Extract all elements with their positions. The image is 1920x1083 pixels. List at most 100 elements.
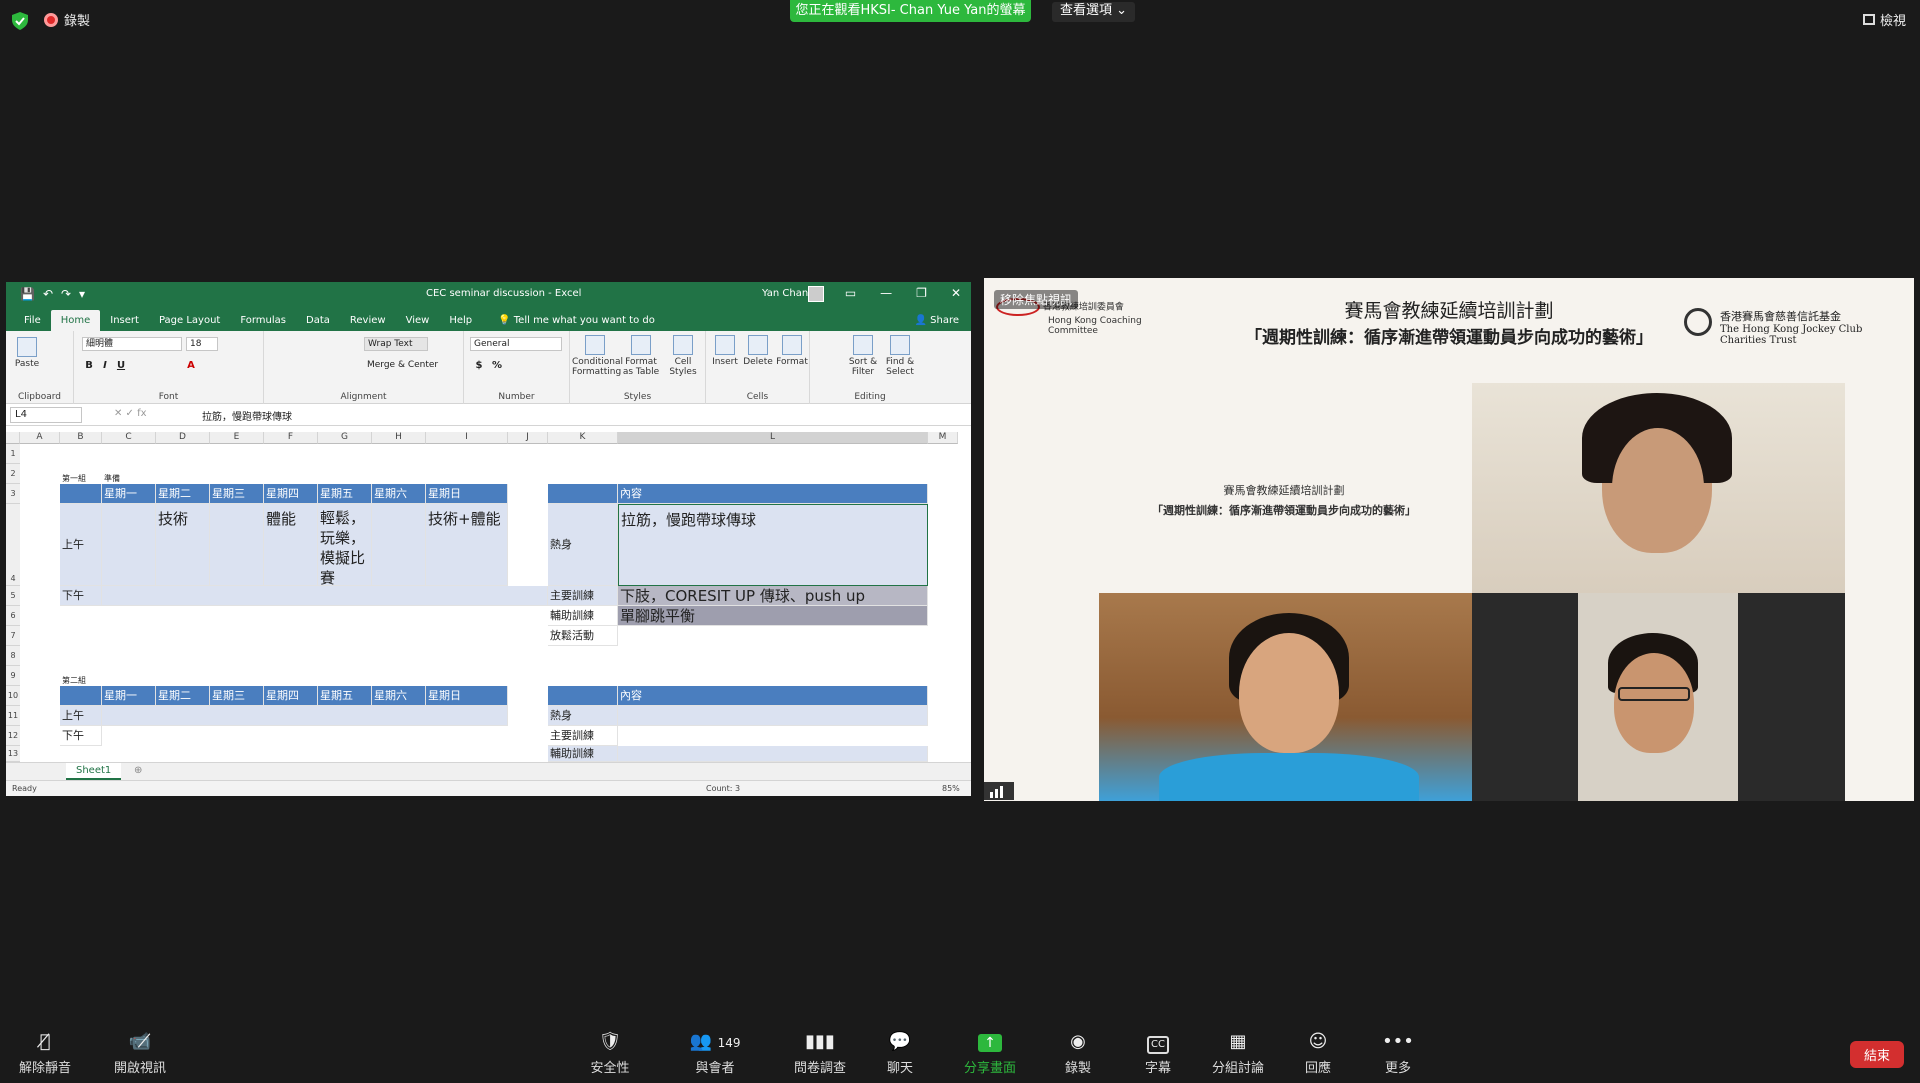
g4-cell[interactable]: 輕鬆，玩樂，模擬比賽 [318,504,372,586]
minimize-icon[interactable]: — [880,286,892,300]
underline-button[interactable]: U [114,359,128,373]
group1-label[interactable]: 第一組 [60,464,102,484]
reactions-button[interactable]: ☺ 回應 [1273,1031,1363,1076]
breakout-button[interactable]: ▦ 分組討論 [1193,1031,1283,1076]
merge-center-button[interactable]: Merge & Center [364,359,456,373]
pm-label[interactable]: 下午 [60,586,102,606]
main-training-label-2[interactable]: 主要訓練 [548,726,618,746]
wrap-text-button[interactable]: Wrap Text [364,337,428,351]
col-header-d[interactable]: D [156,432,210,444]
table-cell[interactable] [102,586,548,606]
italic-button[interactable]: I [98,359,112,373]
insert-cells-button[interactable]: Insert [710,335,740,367]
find-select-button[interactable]: Find & Select [882,335,918,377]
sheet-tab-sheet1[interactable]: Sheet1 [66,763,122,780]
row-header-3[interactable]: 3 [6,484,20,504]
maximize-icon[interactable]: ❐ [916,286,927,300]
day-header-wed[interactable]: 星期三 [210,484,264,504]
row-header-9[interactable]: 9 [6,666,20,686]
col-header-c[interactable]: C [102,432,156,444]
cell-styles-button[interactable]: Cell Styles [664,335,702,377]
day-header-sat-2[interactable]: 星期六 [372,686,426,706]
f4-cell[interactable]: 體能 [264,504,318,586]
col-header-f[interactable]: F [264,432,318,444]
view-button[interactable]: 檢視 [1862,10,1906,29]
day-header-mon-2[interactable]: 星期一 [102,686,156,706]
delete-cells-button[interactable]: Delete [742,335,774,367]
pm-label-2[interactable]: 下午 [60,726,102,746]
font-name-select[interactable]: 細明體 [82,337,182,351]
tab-page-layout[interactable]: Page Layout [149,310,230,331]
tab-home[interactable]: Home [50,310,101,331]
tab-review[interactable]: Review [340,310,396,331]
more-button[interactable]: ••• 更多 [1353,1031,1443,1076]
main-training-label[interactable]: 主要訓練 [548,586,618,606]
col-header-b[interactable]: B [60,432,102,444]
recording-indicator[interactable]: 錄製 [44,10,90,29]
spreadsheet-grid[interactable]: A B C D E F G H I J K L M 1 2 3 4 5 6 7 … [6,432,966,762]
tell-me-search[interactable]: 💡 Tell me what you want to do [488,310,665,331]
video-tile-speaker[interactable] [1472,383,1845,593]
day-header-sat[interactable]: 星期六 [372,484,426,504]
day-header-fri[interactable]: 星期五 [318,484,372,504]
aux-training-label-2[interactable]: 輔助訓練 [548,746,618,762]
format-cells-button[interactable]: Format [776,335,808,367]
aux-training-label[interactable]: 輔助訓練 [548,606,618,626]
table-cell[interactable] [210,504,264,586]
prep-label[interactable]: 準備 [102,464,156,484]
day-header-tue[interactable]: 星期二 [156,484,210,504]
row-header-13[interactable]: 13 [6,746,20,762]
polls-button[interactable]: ▮▮▮ 問卷調查 [775,1031,865,1076]
zoom-level[interactable]: 85% [942,784,960,793]
sort-filter-button[interactable]: Sort & Filter [846,335,880,377]
l4-selected-cell[interactable]: 拉筋，慢跑帶球傳球 [618,504,928,586]
day-header-sun[interactable]: 星期日 [426,484,508,504]
table-cell[interactable] [60,686,102,706]
row-header-12[interactable]: 12 [6,726,20,746]
unmute-button[interactable]: 🎙̸ 解除靜音 [0,1031,90,1076]
content-header-2[interactable]: 內容 [618,686,928,706]
record-button[interactable]: ◉ 錄製 [1033,1031,1123,1076]
i4-cell[interactable]: 技術+體能 [426,504,508,586]
day-header-mon[interactable]: 星期一 [102,484,156,504]
row-header-8[interactable]: 8 [6,646,20,666]
am-label-2[interactable]: 上午 [60,706,102,726]
paste-button[interactable]: Paste [12,337,42,369]
warmup-label-2[interactable]: 熱身 [548,706,618,726]
am-label[interactable]: 上午 [60,504,102,586]
table-cell[interactable] [102,706,508,726]
security-button[interactable]: 🛡 安全性 [565,1031,655,1076]
l6-cell[interactable]: 單腳跳平衡 [618,606,928,626]
day-header-tue-2[interactable]: 星期二 [156,686,210,706]
end-meeting-button[interactable]: 結束 [1849,1041,1904,1068]
font-color-button[interactable]: A [184,359,198,373]
add-sheet-icon[interactable]: ⊕ [134,765,142,776]
tab-insert[interactable]: Insert [100,310,149,331]
close-icon[interactable]: ✕ [951,286,961,300]
row-header-10[interactable]: 10 [6,686,20,706]
conditional-formatting-button[interactable]: Conditional Formatting [572,335,623,377]
col-header-a[interactable]: A [20,432,60,444]
warmup-label[interactable]: 熱身 [548,504,618,586]
l5-cell[interactable]: 下肢，CORESIT UP 傳球、push up [618,586,928,606]
table-cell[interactable] [618,746,928,762]
tab-help[interactable]: Help [439,310,482,331]
relax-label[interactable]: 放鬆活動 [548,626,618,646]
percent-button[interactable]: % [490,359,504,373]
view-options-button[interactable]: 查看選項 ⌄ [1052,2,1136,22]
table-cell[interactable] [60,484,102,504]
font-size-select[interactable]: 18 [186,337,218,351]
formula-input[interactable]: 拉筋，慢跑帶球傳球 [202,408,292,423]
row-header-4[interactable]: 4 [6,504,20,586]
row-header-2[interactable]: 2 [6,464,20,484]
tab-formulas[interactable]: Formulas [230,310,296,331]
col-header-h[interactable]: H [372,432,426,444]
day-header-fri-2[interactable]: 星期五 [318,686,372,706]
day-header-thu-2[interactable]: 星期四 [264,686,318,706]
select-all-corner[interactable] [6,432,20,444]
bold-button[interactable]: B [82,359,96,373]
group2-label[interactable]: 第二組 [60,666,102,686]
ribbon-display-icon[interactable]: ▭ [845,286,856,300]
tab-view[interactable]: View [396,310,440,331]
col-header-m[interactable]: M [928,432,958,444]
